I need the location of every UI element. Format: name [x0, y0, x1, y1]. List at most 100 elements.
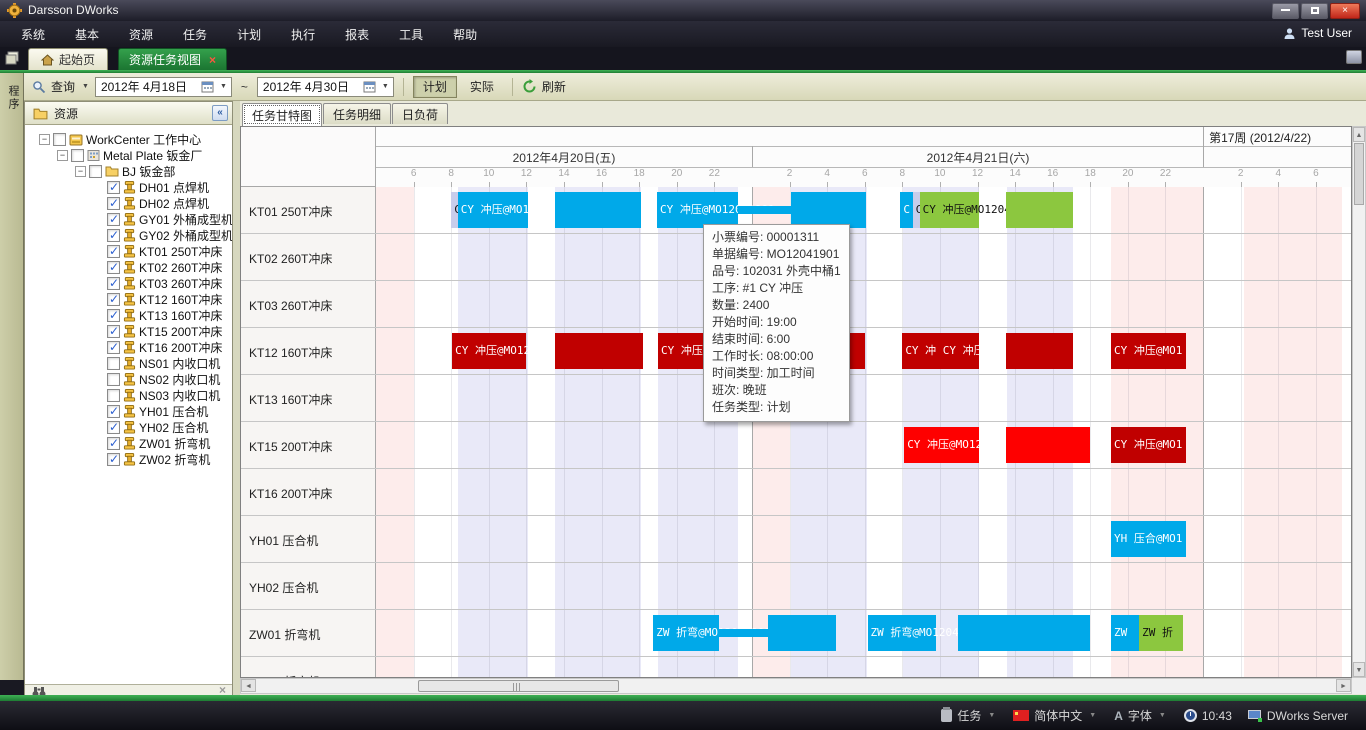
tree-item-checkbox[interactable] [107, 245, 120, 258]
gantt-task-bar[interactable] [791, 192, 865, 228]
scroll-up-icon[interactable]: ▲ [1353, 127, 1365, 142]
tree-item-checkbox[interactable] [107, 229, 120, 242]
tree-item[interactable]: NS02 内收口机 [93, 371, 220, 387]
gantt-task-bar[interactable]: CY 冲压@MO12041902 [920, 192, 980, 228]
gantt-task-bar[interactable]: C [451, 192, 458, 228]
tree-item[interactable]: ZW01 折弯机 [93, 435, 210, 451]
actual-toggle-button[interactable]: 实际 [461, 76, 503, 98]
vertical-scroll-thumb[interactable] [1354, 143, 1364, 205]
gantt-task-bar[interactable] [555, 333, 643, 369]
tab-close-icon[interactable]: × [209, 53, 216, 67]
tab-task-detail[interactable]: 任务明细 [323, 103, 391, 124]
tree-item[interactable]: −Metal Plate 钣金厂 [57, 147, 202, 163]
tree-item[interactable]: GY01 外桶成型机 [93, 211, 232, 227]
tree-item-checkbox[interactable] [107, 421, 120, 434]
tree-item[interactable]: ZW02 折弯机 [93, 451, 210, 467]
scroll-right-icon[interactable]: ► [1336, 679, 1351, 692]
menu-item-9[interactable]: 帮助 [438, 22, 492, 47]
minimize-button[interactable] [1272, 3, 1299, 19]
gantt-task-bar[interactable]: CY 冲压@MO1 [1111, 427, 1186, 463]
tree-item[interactable]: DH02 点焊机 [93, 195, 209, 211]
statusbar-language-flag[interactable]: 简体中文▼ [1013, 707, 1098, 724]
plan-toggle-button[interactable]: 计划 [413, 76, 457, 98]
close-button[interactable]: × [1330, 3, 1360, 19]
tree-item-checkbox[interactable] [71, 149, 84, 162]
refresh-button[interactable]: 刷新 [522, 78, 568, 95]
gantt-task-bar[interactable] [958, 615, 1091, 651]
gantt-task-bar[interactable] [1006, 427, 1091, 463]
statusbar-clock[interactable]: 10:43 [1184, 709, 1232, 723]
tab-task-gantt[interactable]: 任务甘特图 [242, 103, 322, 126]
gantt-task-bar[interactable]: CY 冲压@MO12041903 [904, 427, 979, 463]
tree-item-checkbox[interactable] [107, 213, 120, 226]
menu-item-6[interactable]: 执行 [276, 22, 330, 47]
tree-item[interactable]: −BJ 钣金部 [75, 163, 175, 179]
calendar-icon[interactable] [363, 80, 376, 93]
gantt-task-bar[interactable]: ZW 折弯@MO12041901 [653, 615, 719, 651]
statusbar-server[interactable]: DWorks Server [1248, 709, 1348, 723]
date-to-dropdown-icon[interactable]: ▼ [380, 83, 391, 90]
gantt-task-bar[interactable]: ZW 折 [1139, 615, 1183, 651]
date-from-dropdown-icon[interactable]: ▼ [218, 83, 229, 90]
tree-item[interactable]: YH02 压合机 [93, 419, 208, 435]
gantt-task-bar[interactable]: CY 冲压@MO12041901 [458, 192, 528, 228]
gantt-task-bar[interactable]: ZW 折弯@MO12041901 [868, 615, 937, 651]
tree-item-checkbox[interactable] [107, 357, 120, 370]
scroll-down-icon[interactable]: ▼ [1353, 662, 1365, 677]
tree-expander-icon[interactable]: − [75, 166, 86, 177]
tree-item-checkbox[interactable] [107, 325, 120, 338]
gantt-task-bar[interactable]: YH 压合@MO1 [1111, 521, 1186, 557]
collapse-panel-button[interactable]: « [212, 105, 228, 121]
menu-item-4[interactable]: 任务 [168, 22, 222, 47]
gantt-task-bar[interactable]: C [913, 192, 920, 228]
logged-in-user[interactable]: Test User [1283, 26, 1352, 40]
tree-item[interactable]: YH01 压合机 [93, 403, 208, 419]
gantt-task-bar[interactable]: CY 冲压@MO12041901 [657, 192, 738, 228]
horizontal-scrollbar[interactable]: ◄ ► [240, 678, 1352, 694]
windows-stack-icon[interactable] [3, 49, 22, 68]
gantt-task-bar[interactable]: ZW [1111, 615, 1139, 651]
date-to-field[interactable]: 2012年 4月30日 ▼ [257, 77, 394, 97]
menu-item-2[interactable]: 基本 [60, 22, 114, 47]
gantt-task-bar[interactable] [1006, 333, 1074, 369]
tree-item[interactable]: KT03 260T冲床 [93, 275, 222, 291]
tree-item[interactable]: KT15 200T冲床 [93, 323, 222, 339]
menu-item-7[interactable]: 报表 [330, 22, 384, 47]
panel-splitter[interactable] [233, 101, 240, 695]
tree-item-checkbox[interactable] [107, 277, 120, 290]
scroll-left-icon[interactable]: ◄ [241, 679, 256, 692]
query-button[interactable]: 查询 ▼ [32, 78, 91, 95]
tree-item-checkbox[interactable] [89, 165, 102, 178]
dropdown-icon[interactable]: ▼ [1157, 712, 1168, 719]
tree-expander-icon[interactable]: − [39, 134, 50, 145]
horizontal-scroll-thumb[interactable] [418, 680, 619, 692]
dropdown-icon[interactable]: ▼ [986, 712, 997, 719]
gantt-task-bar[interactable] [768, 615, 836, 651]
tree-item-checkbox[interactable] [107, 309, 120, 322]
gantt-task-bar[interactable]: CY 冲压@MO1 [1111, 333, 1186, 369]
tree-item[interactable]: KT12 160T冲床 [93, 291, 222, 307]
gantt-task-bar[interactable] [555, 192, 641, 228]
menu-item-5[interactable]: 计划 [222, 22, 276, 47]
tree-item-checkbox[interactable] [107, 293, 120, 306]
tree-item-checkbox[interactable] [107, 437, 120, 450]
tree-item-checkbox[interactable] [107, 373, 120, 386]
statusbar-tasks[interactable]: 任务▼ [941, 707, 997, 724]
tree-item[interactable]: KT02 260T冲床 [93, 259, 222, 275]
dropdown-icon[interactable]: ▼ [1087, 712, 1098, 719]
tree-item-checkbox[interactable] [107, 389, 120, 402]
vertical-scrollbar[interactable]: ▲ ▼ [1352, 126, 1366, 678]
menu-item-1[interactable]: 系统 [6, 22, 60, 47]
program-panel-tab[interactable]: 程序 [5, 85, 21, 111]
tree-item-checkbox[interactable] [53, 133, 66, 146]
tree-item[interactable]: NS01 内收口机 [93, 355, 220, 371]
tab-start-page[interactable]: 起始页 [28, 48, 108, 70]
menu-item-3[interactable]: 资源 [114, 22, 168, 47]
tree-item-checkbox[interactable] [107, 341, 120, 354]
window-layout-icon[interactable] [1346, 50, 1362, 64]
gantt-task-bar[interactable]: CY 冲 CY 冲压@MO12041904 [902, 333, 979, 369]
tree-item[interactable]: GY02 外桶成型机 [93, 227, 232, 243]
tree-item-checkbox[interactable] [107, 405, 120, 418]
tree-item-checkbox[interactable] [107, 181, 120, 194]
tree-item[interactable]: −WorkCenter 工作中心 [39, 131, 201, 147]
